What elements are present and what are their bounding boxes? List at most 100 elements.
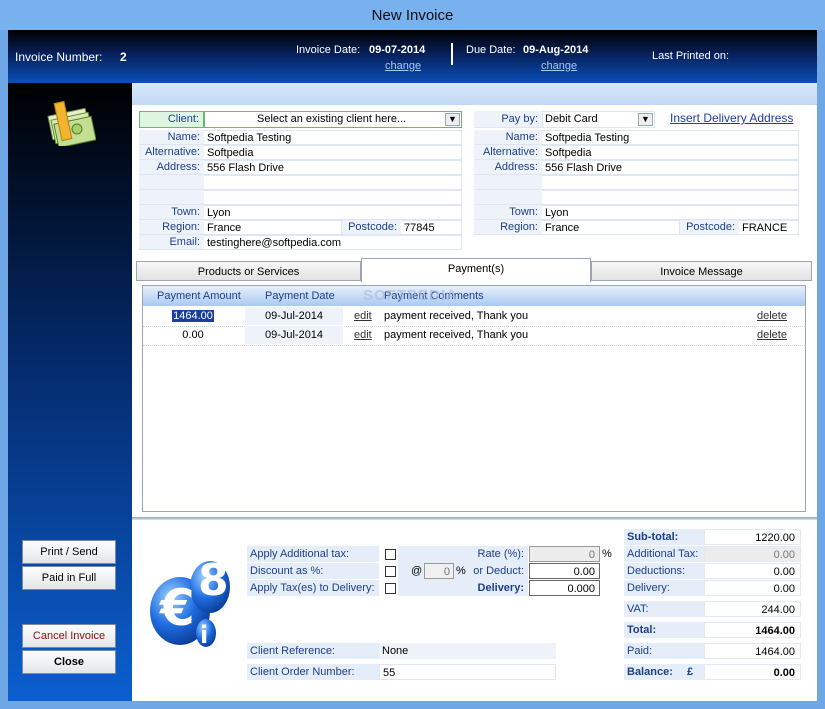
client-email-field[interactable]: testinghere@softpedia.com bbox=[204, 235, 462, 250]
insert-delivery-address-link[interactable]: Insert Delivery Address bbox=[670, 111, 793, 125]
client-postcode-field[interactable]: 77845 bbox=[401, 220, 462, 235]
edit-link[interactable]: edit bbox=[354, 326, 372, 344]
tab-products-or-services[interactable]: Products or Services bbox=[136, 261, 361, 281]
delivery-name-field[interactable]: Softpedia Testing bbox=[542, 130, 799, 145]
table-row[interactable]: 0.00 09-Jul-2014 edit payment received, … bbox=[143, 326, 805, 345]
print-send-button[interactable]: Print / Send bbox=[22, 540, 116, 564]
delivery-total-label: Delivery: bbox=[624, 580, 704, 596]
client-town-field[interactable]: Lyon bbox=[204, 205, 462, 220]
client-alternative-field[interactable]: Softpedia bbox=[204, 145, 462, 160]
deductions-label: Deductions: bbox=[624, 563, 704, 579]
delivery-region-field[interactable]: France bbox=[542, 220, 680, 235]
invoice-header-bar: Invoice Number: 2 Invoice Date: 09-07-20… bbox=[8, 30, 817, 83]
payment-date-cell[interactable]: 09-Jul-2014 bbox=[245, 326, 343, 344]
edit-link[interactable]: edit bbox=[354, 307, 372, 325]
discount-percent-checkbox[interactable] bbox=[385, 566, 396, 577]
invoice-date-change-link[interactable]: change bbox=[385, 60, 421, 72]
delete-link[interactable]: delete bbox=[757, 326, 787, 344]
chevron-down-icon[interactable]: ▼ bbox=[445, 113, 460, 126]
client-address-line2-field[interactable] bbox=[204, 175, 462, 190]
payment-amount-cell[interactable]: 1464.00 bbox=[143, 307, 243, 325]
client-region-label: Region: bbox=[139, 220, 204, 235]
logo-letter: i bbox=[200, 621, 209, 649]
client-address-field[interactable]: 556 Flash Drive bbox=[204, 160, 462, 175]
additional-tax-label: Additional Tax: bbox=[624, 546, 704, 562]
client-alternative-label: Alternative: bbox=[139, 145, 204, 160]
delete-link[interactable]: delete bbox=[757, 307, 787, 325]
rate-input[interactable]: 0 bbox=[529, 546, 600, 562]
delivery-input[interactable]: 0.000 bbox=[529, 580, 600, 596]
deductions-value: 0.00 bbox=[704, 563, 801, 579]
invoice-main-panel: Client: Select an existing client here..… bbox=[132, 83, 817, 701]
paid-label: Paid: bbox=[624, 643, 704, 659]
table-row[interactable]: 1464.00 09-Jul-2014 edit payment receive… bbox=[143, 307, 805, 326]
euro-logo-icon: € 8 i bbox=[146, 553, 236, 653]
due-date-change-link[interactable]: change bbox=[541, 60, 577, 72]
main-header-strip bbox=[132, 83, 817, 105]
payments-grid-header: Payment Amount Payment Date Payment Comm… bbox=[143, 286, 805, 306]
additional-tax-value: 0.00 bbox=[704, 546, 801, 562]
subtotal-value: 1220.00 bbox=[704, 529, 801, 545]
delivery-label: Delivery: bbox=[477, 582, 524, 594]
delivery-town-label: Town: bbox=[474, 205, 542, 220]
client-name-field[interactable]: Softpedia Testing bbox=[204, 130, 462, 145]
header-divider bbox=[451, 43, 453, 65]
discount-percent-sign: % bbox=[456, 565, 466, 577]
vat-label: VAT: bbox=[624, 601, 704, 617]
deduct-input[interactable]: 0.00 bbox=[529, 563, 600, 579]
delivery-address-line3-field[interactable] bbox=[542, 190, 799, 205]
delivery-postcode-field[interactable]: FRANCE bbox=[739, 220, 799, 235]
delivery-address-line2-label bbox=[474, 175, 542, 190]
tab-payments[interactable]: Payment(s) bbox=[361, 258, 591, 282]
payments-grid: Payment Amount Payment Date Payment Comm… bbox=[142, 285, 806, 512]
paid-value: 1464.00 bbox=[704, 643, 801, 659]
payment-comment-cell[interactable]: payment received, Thank you bbox=[384, 326, 528, 344]
delivery-address-line3-label bbox=[474, 190, 542, 205]
payment-amount-cell[interactable]: 0.00 bbox=[143, 326, 243, 344]
client-select[interactable]: Select an existing client here... ▼ bbox=[204, 111, 462, 128]
apply-tax-delivery-label: Apply Tax(es) to Delivery: bbox=[247, 580, 379, 596]
balance-label: Balance: £ bbox=[624, 664, 704, 680]
client-address-line3-field[interactable] bbox=[204, 190, 462, 205]
due-date: 09-Aug-2014 bbox=[523, 44, 589, 56]
payment-amount-header: Payment Amount bbox=[157, 290, 241, 302]
delivery-total-value: 0.00 bbox=[704, 580, 801, 596]
invoice-date: 09-07-2014 bbox=[369, 44, 426, 56]
chevron-down-icon[interactable]: ▼ bbox=[638, 113, 653, 126]
or-deduct-label: or Deduct: bbox=[473, 565, 524, 577]
delivery-address-field[interactable]: 556 Flash Drive bbox=[542, 160, 799, 175]
section-divider bbox=[132, 517, 817, 520]
delivery-town-field[interactable]: Lyon bbox=[542, 205, 799, 220]
client-address-label: Address: bbox=[139, 160, 204, 175]
logo-digit: 8 bbox=[198, 555, 229, 606]
discount-percent-input[interactable]: 0 bbox=[424, 563, 454, 579]
apply-additional-tax-label: Apply Additional tax: bbox=[247, 546, 379, 562]
pay-by-select[interactable]: Debit Card ▼ bbox=[542, 111, 655, 128]
invoice-number-label: Invoice Number: bbox=[15, 50, 103, 64]
delivery-alternative-label: Alternative: bbox=[474, 145, 542, 160]
total-value: 1464.00 bbox=[704, 622, 801, 638]
client-reference-field[interactable]: None bbox=[379, 643, 556, 659]
payment-comment-cell[interactable]: payment received, Thank you bbox=[384, 307, 528, 325]
delivery-name-label: Name: bbox=[474, 130, 542, 145]
balance-label-text: Balance: bbox=[627, 666, 673, 678]
delivery-postcode-label: Postcode: bbox=[680, 220, 739, 235]
payment-date-cell[interactable]: 09-Jul-2014 bbox=[245, 307, 343, 325]
cancel-invoice-button[interactable]: Cancel Invoice bbox=[22, 624, 116, 648]
euro-glyph: € bbox=[160, 579, 195, 637]
money-stack-icon bbox=[44, 98, 97, 149]
tab-invoice-message[interactable]: Invoice Message bbox=[591, 261, 812, 281]
close-button[interactable]: Close bbox=[22, 650, 116, 674]
apply-additional-tax-checkbox[interactable] bbox=[385, 549, 396, 560]
currency-symbol: £ bbox=[687, 666, 694, 678]
paid-in-full-button[interactable]: Paid in Full bbox=[22, 566, 116, 590]
delivery-alternative-field[interactable]: Softpedia bbox=[542, 145, 799, 160]
client-email-label: Email: bbox=[139, 235, 204, 250]
delivery-address-line2-field[interactable] bbox=[542, 175, 799, 190]
client-order-number-field[interactable]: 55 bbox=[379, 664, 556, 680]
apply-tax-delivery-checkbox[interactable] bbox=[385, 583, 396, 594]
client-reference-label: Client Reference: bbox=[247, 643, 379, 659]
client-town-label: Town: bbox=[139, 205, 204, 220]
payment-amount-value[interactable]: 1464.00 bbox=[172, 310, 214, 322]
client-region-field[interactable]: France bbox=[204, 220, 342, 235]
